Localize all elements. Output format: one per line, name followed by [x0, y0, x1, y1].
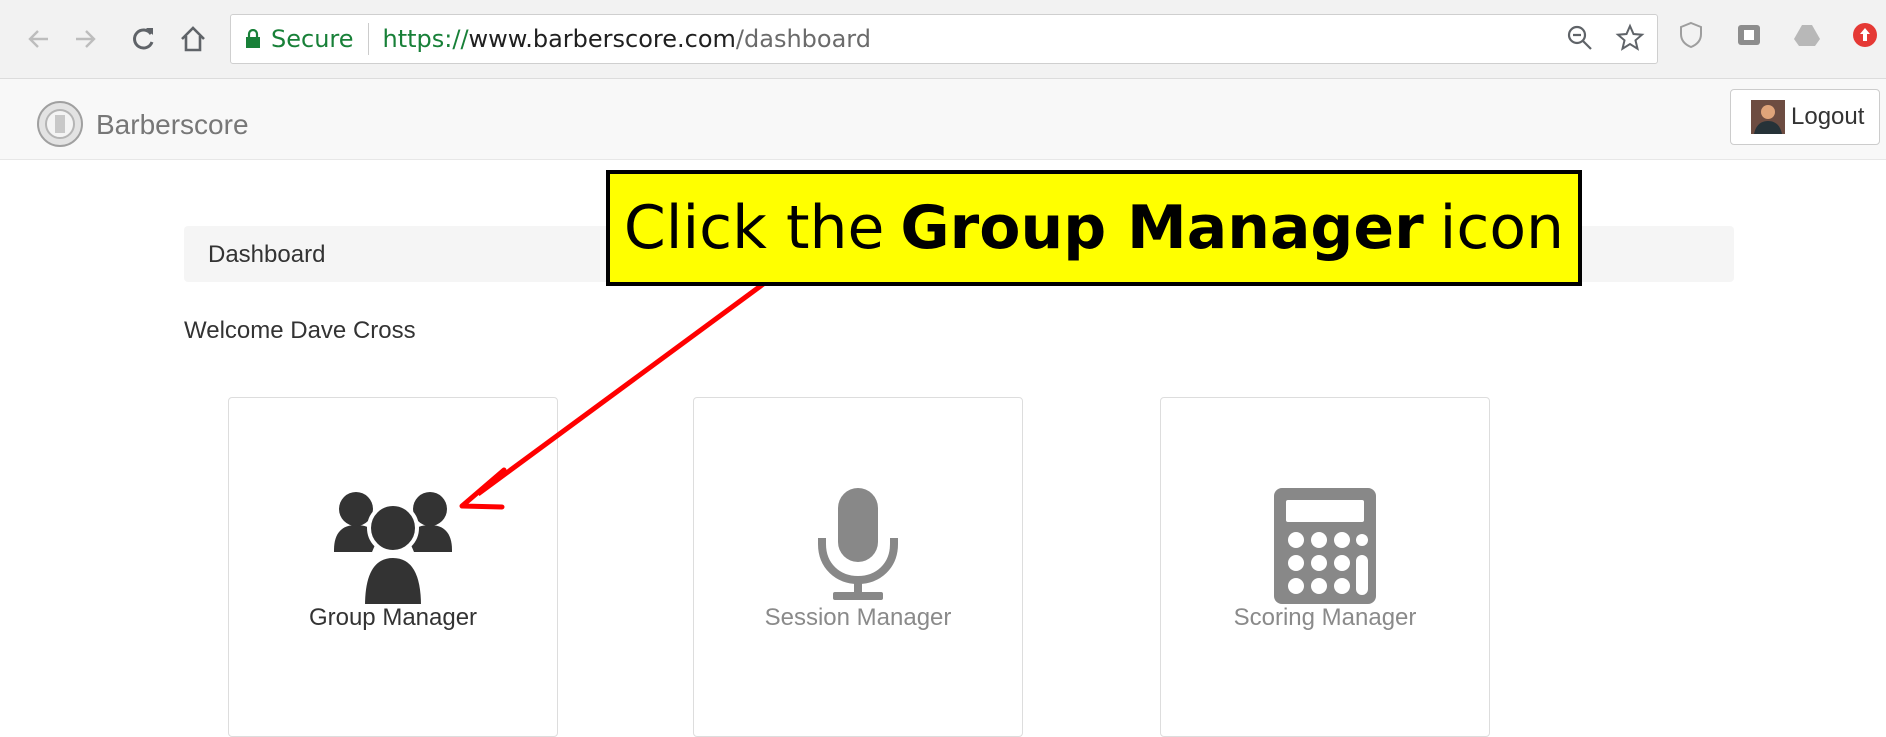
- address-bar[interactable]: Secure https://www.barberscore.com/dashb…: [230, 14, 1658, 64]
- shield-extension-icon[interactable]: [1676, 20, 1706, 50]
- instruction-callout: Click the Group Manager icon: [606, 170, 1582, 286]
- extension-icons: [1676, 20, 1880, 50]
- browser-toolbar: Secure https://www.barberscore.com/dashb…: [0, 0, 1886, 79]
- users-icon[interactable]: [328, 486, 458, 606]
- url-path: /dashboard: [735, 25, 871, 53]
- pocket-extension-icon[interactable]: [1734, 20, 1764, 50]
- url-divider: [367, 23, 369, 55]
- lock-icon: [246, 29, 260, 48]
- group-manager-label: Group Manager: [308, 604, 478, 631]
- secure-label: Secure: [271, 25, 354, 53]
- callout-prefix: Click the: [623, 193, 885, 263]
- user-avatar: [1751, 100, 1785, 134]
- barberscore-logo[interactable]: [36, 100, 84, 148]
- logout-label: Logout: [1791, 103, 1865, 130]
- session-manager-label: Session Manager: [764, 604, 952, 631]
- group-manager-card[interactable]: Group Manager: [228, 397, 558, 737]
- scoring-manager-label: Scoring Manager: [1233, 604, 1417, 631]
- home-icon[interactable]: [176, 22, 210, 56]
- app-navbar: Barberscore: [0, 79, 1886, 160]
- logout-button[interactable]: Logout: [1730, 89, 1880, 145]
- zoom-icon[interactable]: [1565, 23, 1595, 53]
- callout-suffix: icon: [1439, 193, 1565, 263]
- callout-bold: Group Manager: [900, 193, 1424, 263]
- scoring-manager-card[interactable]: Scoring Manager: [1160, 397, 1490, 737]
- brand-name[interactable]: Barberscore: [96, 109, 249, 141]
- drive-extension-icon[interactable]: [1792, 20, 1822, 50]
- breadcrumb-dashboard: Dashboard: [208, 241, 326, 268]
- url-host: www.barberscore.com: [468, 25, 736, 53]
- back-icon[interactable]: [22, 22, 56, 56]
- microphone-icon[interactable]: [813, 486, 903, 606]
- adblock-extension-icon[interactable]: [1850, 20, 1880, 50]
- star-icon[interactable]: [1615, 23, 1645, 53]
- reload-icon[interactable]: [126, 22, 160, 56]
- calculator-icon[interactable]: [1270, 486, 1380, 606]
- welcome-message: Welcome Dave Cross: [184, 317, 416, 344]
- url-scheme: https://: [382, 25, 469, 53]
- forward-icon[interactable]: [68, 22, 102, 56]
- session-manager-card[interactable]: Session Manager: [693, 397, 1023, 737]
